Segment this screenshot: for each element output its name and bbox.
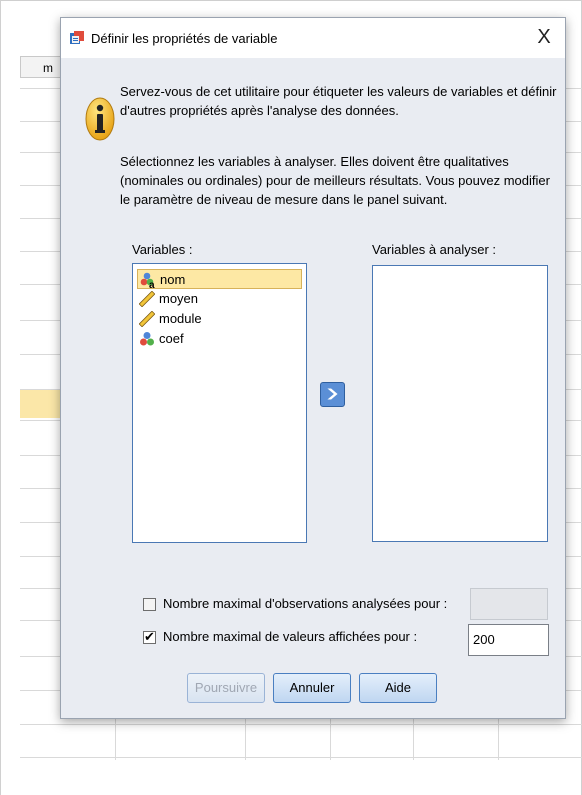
column-header-label: m bbox=[43, 61, 53, 75]
variables-list[interactable]: a nom moyen module coef bbox=[132, 263, 307, 543]
intro-text: Servez-vous de cet utilitaire pour étiqu… bbox=[120, 84, 557, 118]
cancel-button[interactable]: Annuler bbox=[273, 673, 351, 703]
svg-text:a: a bbox=[149, 280, 155, 288]
list-item-coef[interactable]: coef bbox=[137, 329, 302, 349]
selected-row-highlight bbox=[20, 390, 64, 418]
scale-ruler-icon bbox=[139, 291, 155, 307]
max-values-label: Nombre maximal de valeurs affichées pour… bbox=[163, 629, 418, 644]
spss-app-icon bbox=[70, 31, 84, 44]
close-button[interactable]: X bbox=[531, 25, 557, 49]
close-icon: X bbox=[537, 26, 551, 48]
arrow-right-icon bbox=[327, 388, 338, 400]
max-values-input[interactable]: 200 bbox=[468, 624, 549, 656]
nominal-icon bbox=[140, 332, 154, 346]
variable-name: module bbox=[159, 311, 202, 326]
window-border-left bbox=[0, 0, 1, 795]
max-observations-input[interactable] bbox=[470, 588, 548, 620]
analyze-variables-label: Variables à analyser : bbox=[372, 242, 497, 257]
list-item-nom[interactable]: a nom bbox=[137, 269, 302, 289]
title-bar[interactable]: Définir les propriétés de variable X bbox=[61, 18, 565, 58]
variables-label: Variables : bbox=[132, 242, 193, 257]
analyze-variables-list[interactable] bbox=[372, 265, 548, 542]
info-icon bbox=[85, 97, 115, 141]
max-observations-checkbox[interactable] bbox=[143, 598, 156, 611]
max-observations-label: Nombre maximal d'observations analysées … bbox=[163, 596, 448, 611]
variable-name: moyen bbox=[159, 291, 199, 306]
nominal-string-icon: a bbox=[140, 272, 155, 288]
dialog-title: Définir les propriétés de variable bbox=[91, 31, 278, 46]
variable-name: nom bbox=[160, 272, 186, 287]
list-item-module[interactable]: module bbox=[137, 309, 302, 329]
define-variable-properties-dialog: Définir les propriétés de variable X Ser… bbox=[60, 17, 566, 719]
max-values-checkbox[interactable]: ✔ bbox=[143, 629, 156, 644]
variable-name: coef bbox=[159, 331, 184, 346]
continue-button[interactable]: Poursuivre bbox=[187, 673, 265, 703]
scale-ruler-icon bbox=[139, 311, 155, 327]
checkmark-icon: ✔ bbox=[144, 629, 155, 644]
move-to-analyze-button[interactable] bbox=[320, 382, 345, 407]
window-border-top bbox=[0, 0, 582, 1]
instructions-text: Sélectionnez les variables à analyser. E… bbox=[120, 154, 550, 207]
help-button[interactable]: Aide bbox=[359, 673, 437, 703]
list-item-moyen[interactable]: moyen bbox=[137, 289, 302, 309]
